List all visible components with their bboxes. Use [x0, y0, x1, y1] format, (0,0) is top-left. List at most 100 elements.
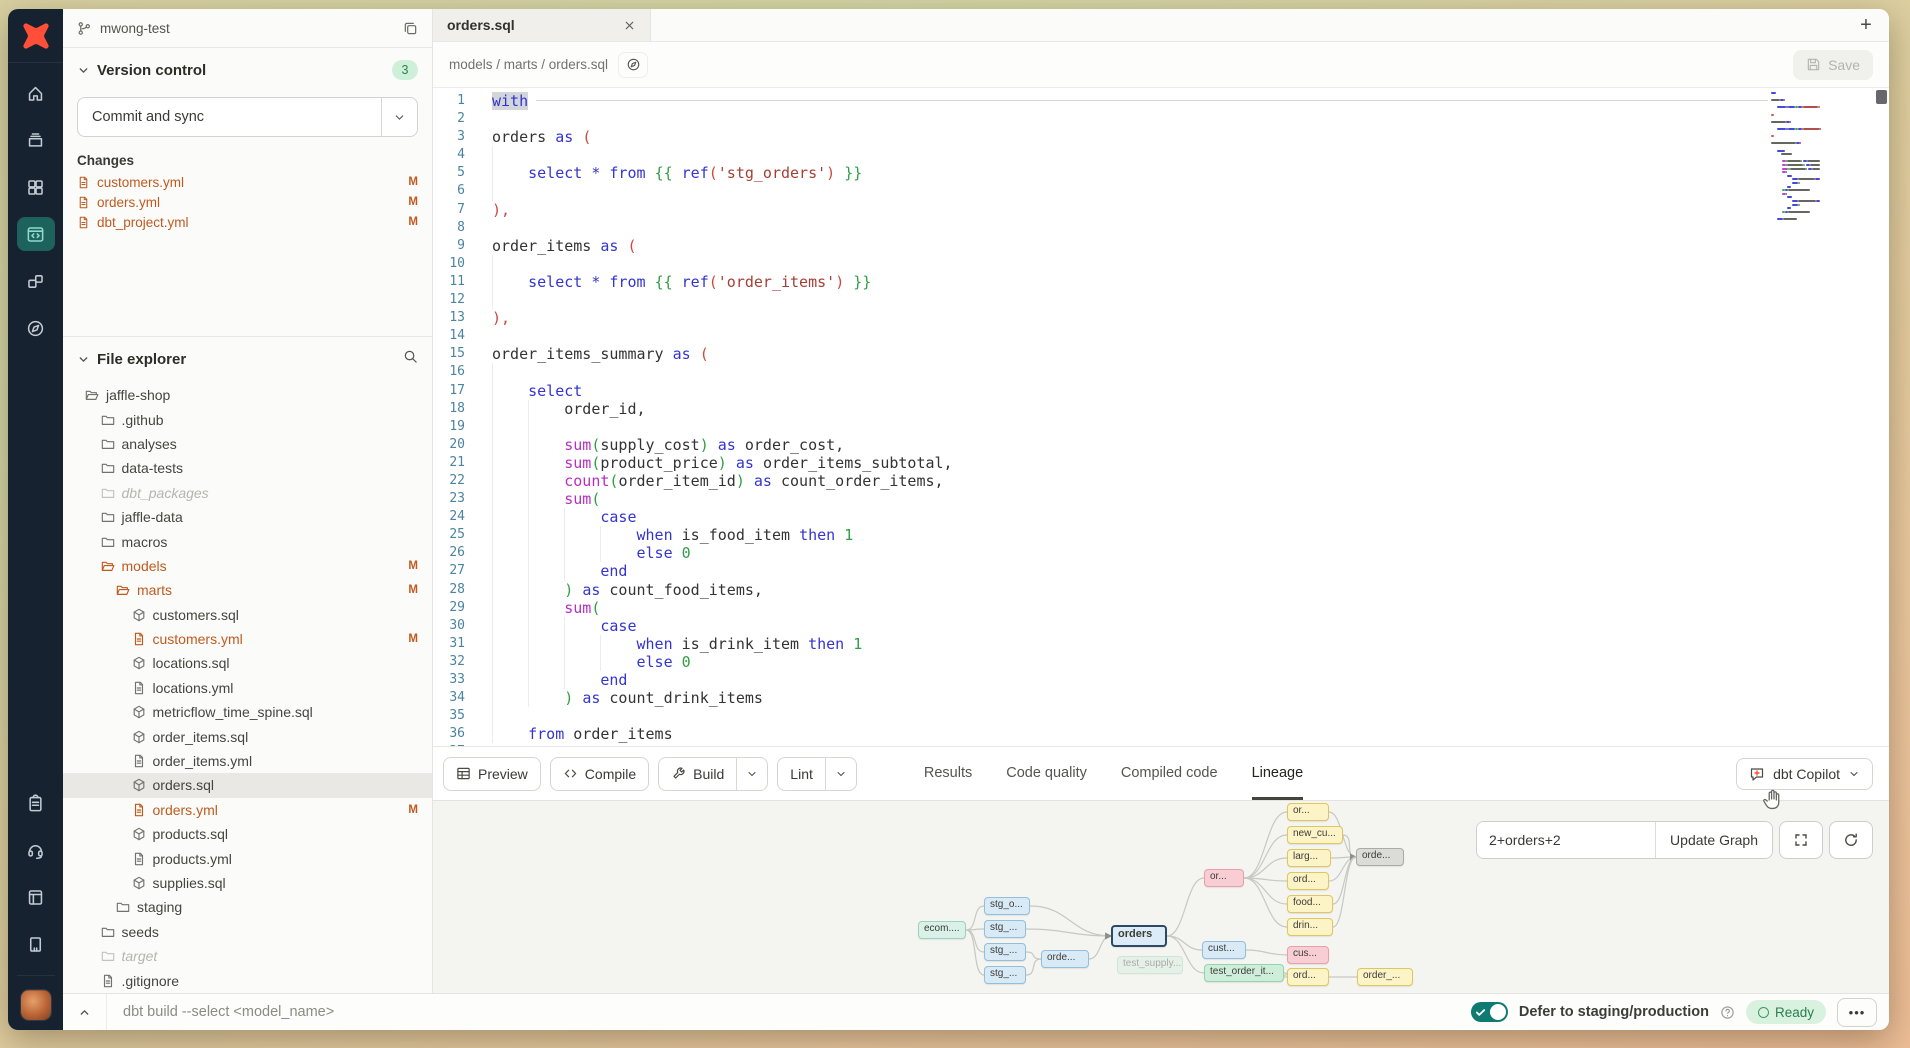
- file-explorer-header[interactable]: File explorer: [63, 337, 432, 381]
- lineage-node-orde1[interactable]: orde...: [1041, 950, 1089, 968]
- dbt-copilot-button[interactable]: dbt Copilot: [1736, 758, 1873, 790]
- sidebar-explore-icon[interactable]: [17, 311, 55, 345]
- lineage-node-gray1[interactable]: orde...: [1356, 848, 1404, 866]
- sidebar-home-icon[interactable]: [17, 76, 55, 110]
- tree-item--github[interactable]: .github: [63, 407, 432, 431]
- tab-compiled-code[interactable]: Compiled code: [1121, 747, 1218, 800]
- tree-item-target[interactable]: target: [63, 944, 432, 968]
- tree-item-data-tests[interactable]: data-tests: [63, 456, 432, 480]
- commit-and-sync-button[interactable]: Commit and sync: [77, 97, 418, 137]
- line-number: 33: [433, 671, 465, 689]
- new-tab-button[interactable]: +: [1843, 9, 1889, 41]
- lineage-node-stg4[interactable]: stg_...: [984, 966, 1026, 984]
- tree-item-models[interactable]: modelsM: [63, 554, 432, 578]
- lineage-node-y7[interactable]: ord...: [1287, 968, 1329, 986]
- tree-item-order-items-yml[interactable]: order_items.yml: [63, 749, 432, 773]
- tree-item-dbt-packages[interactable]: dbt_packages: [63, 481, 432, 505]
- lineage-node-ecom[interactable]: ecom....: [918, 921, 966, 939]
- lineage-node-y6[interactable]: drin...: [1287, 918, 1333, 936]
- tree-item-marts[interactable]: martsM: [63, 578, 432, 602]
- dbt-logo[interactable]: [8, 9, 63, 63]
- lineage-node-cuspink[interactable]: cus...: [1287, 946, 1329, 964]
- update-graph-button[interactable]: Update Graph: [1655, 822, 1772, 858]
- lint-button[interactable]: Lint: [777, 757, 857, 791]
- scrollbar-thumb[interactable]: [1876, 90, 1887, 104]
- tree-item-locations-yml[interactable]: locations.yml: [63, 676, 432, 700]
- tree-item-orders-sql[interactable]: orders.sql: [63, 773, 432, 797]
- changed-file[interactable]: orders.ymlM: [63, 192, 432, 212]
- build-button[interactable]: Build: [658, 757, 768, 791]
- tree-item-order-items-sql[interactable]: order_items.sql: [63, 724, 432, 748]
- tree-item-customers-sql[interactable]: customers.sql: [63, 603, 432, 627]
- tree-item-label: locations.sql: [153, 655, 230, 671]
- tree-item-orders-yml[interactable]: orders.ymlM: [63, 798, 432, 822]
- open-in-explorer-icon[interactable]: [618, 52, 648, 78]
- sidebar-environments-icon[interactable]: [17, 123, 55, 157]
- tree-item-products-yml[interactable]: products.yml: [63, 846, 432, 870]
- copy-icon[interactable]: [403, 21, 418, 36]
- close-icon[interactable]: [623, 19, 636, 32]
- lineage-node-tord[interactable]: test_order_it...: [1204, 964, 1284, 982]
- fullscreen-button[interactable]: [1779, 821, 1823, 859]
- tab-results[interactable]: Results: [924, 747, 972, 800]
- lineage-node-orders[interactable]: orders: [1111, 925, 1167, 947]
- changed-file[interactable]: dbt_project.ymlM: [63, 212, 432, 232]
- tree-item-metricflow-time-spine-sql[interactable]: metricflow_time_spine.sql: [63, 700, 432, 724]
- lineage-node-y4[interactable]: ord...: [1287, 872, 1329, 890]
- sidebar-develop-icon[interactable]: [17, 217, 55, 251]
- command-input[interactable]: dbt build --select <model_name>: [123, 1004, 334, 1020]
- lineage-node-y8[interactable]: order_...: [1357, 968, 1413, 986]
- tree-item-supplies-sql[interactable]: supplies.sql: [63, 871, 432, 895]
- lint-options-chevron[interactable]: [825, 758, 856, 790]
- sidebar-checklist-icon[interactable]: [17, 786, 55, 820]
- expand-command-bar-button[interactable]: [63, 994, 107, 1030]
- tree-item-products-sql[interactable]: products.sql: [63, 822, 432, 846]
- tree-item-staging[interactable]: staging: [63, 895, 432, 919]
- lineage-node-y3[interactable]: larg...: [1287, 849, 1331, 867]
- tree-item-jaffle-shop[interactable]: jaffle-shop: [63, 383, 432, 407]
- lineage-node-cust[interactable]: cust...: [1202, 941, 1246, 959]
- selector-input[interactable]: [1477, 822, 1655, 858]
- branch-name[interactable]: mwong-test: [100, 21, 170, 36]
- version-control-header[interactable]: Version control 3: [63, 60, 432, 80]
- preview-button[interactable]: Preview: [443, 757, 541, 791]
- minimap[interactable]: [1770, 92, 1822, 242]
- sidebar-support-icon[interactable]: [17, 833, 55, 867]
- tab-code-quality[interactable]: Code quality: [1006, 747, 1087, 800]
- tree-item--gitignore[interactable]: .gitignore: [63, 968, 432, 992]
- defer-toggle[interactable]: [1471, 1002, 1508, 1022]
- tree-item-analyses[interactable]: analyses: [63, 432, 432, 456]
- compile-button[interactable]: Compile: [550, 757, 649, 791]
- tab-lineage[interactable]: Lineage: [1252, 747, 1304, 800]
- more-options-button[interactable]: •••: [1837, 998, 1877, 1027]
- changed-file[interactable]: customers.ymlM: [63, 172, 432, 192]
- refresh-button[interactable]: [1829, 821, 1873, 859]
- lineage-node-y2[interactable]: new_cu...: [1287, 826, 1343, 844]
- lineage-node-y5[interactable]: food...: [1287, 895, 1333, 913]
- sidebar-docs-icon[interactable]: [17, 880, 55, 914]
- build-options-chevron[interactable]: [736, 758, 767, 790]
- tree-item-macros[interactable]: macros: [63, 529, 432, 553]
- lineage-node-stg3[interactable]: stg_...: [984, 943, 1026, 961]
- commit-options-chevron[interactable]: [381, 98, 417, 136]
- help-icon[interactable]: [1720, 1005, 1735, 1020]
- tree-item-customers-yml[interactable]: customers.ymlM: [63, 627, 432, 651]
- sidebar-orchestration-icon[interactable]: [17, 264, 55, 298]
- tree-item-locations-sql[interactable]: locations.sql: [63, 651, 432, 675]
- tab-orders-sql[interactable]: orders.sql: [433, 9, 651, 41]
- lineage-node-y1[interactable]: or...: [1287, 803, 1329, 821]
- sidebar-reference-icon[interactable]: [17, 927, 55, 961]
- lineage-node-stg2[interactable]: stg_...: [984, 920, 1026, 938]
- tree-item-seeds[interactable]: seeds: [63, 920, 432, 944]
- user-avatar[interactable]: [21, 990, 51, 1020]
- breadcrumb[interactable]: models / marts / orders.sql: [449, 57, 608, 72]
- save-button[interactable]: Save: [1793, 50, 1873, 80]
- code-editor[interactable]: 1with23orders as (45 select * from {{ re…: [433, 88, 1889, 746]
- lineage-node-tsup[interactable]: test_supply...: [1117, 956, 1183, 974]
- tree-item-jaffle-data[interactable]: jaffle-data: [63, 505, 432, 529]
- lineage-node-orpink[interactable]: or...: [1204, 869, 1244, 887]
- sidebar-apps-icon[interactable]: [17, 170, 55, 204]
- lineage-node-stg1[interactable]: stg_o...: [984, 897, 1030, 915]
- version-control-title: Version control: [97, 62, 206, 79]
- file-search-icon[interactable]: [403, 349, 418, 369]
